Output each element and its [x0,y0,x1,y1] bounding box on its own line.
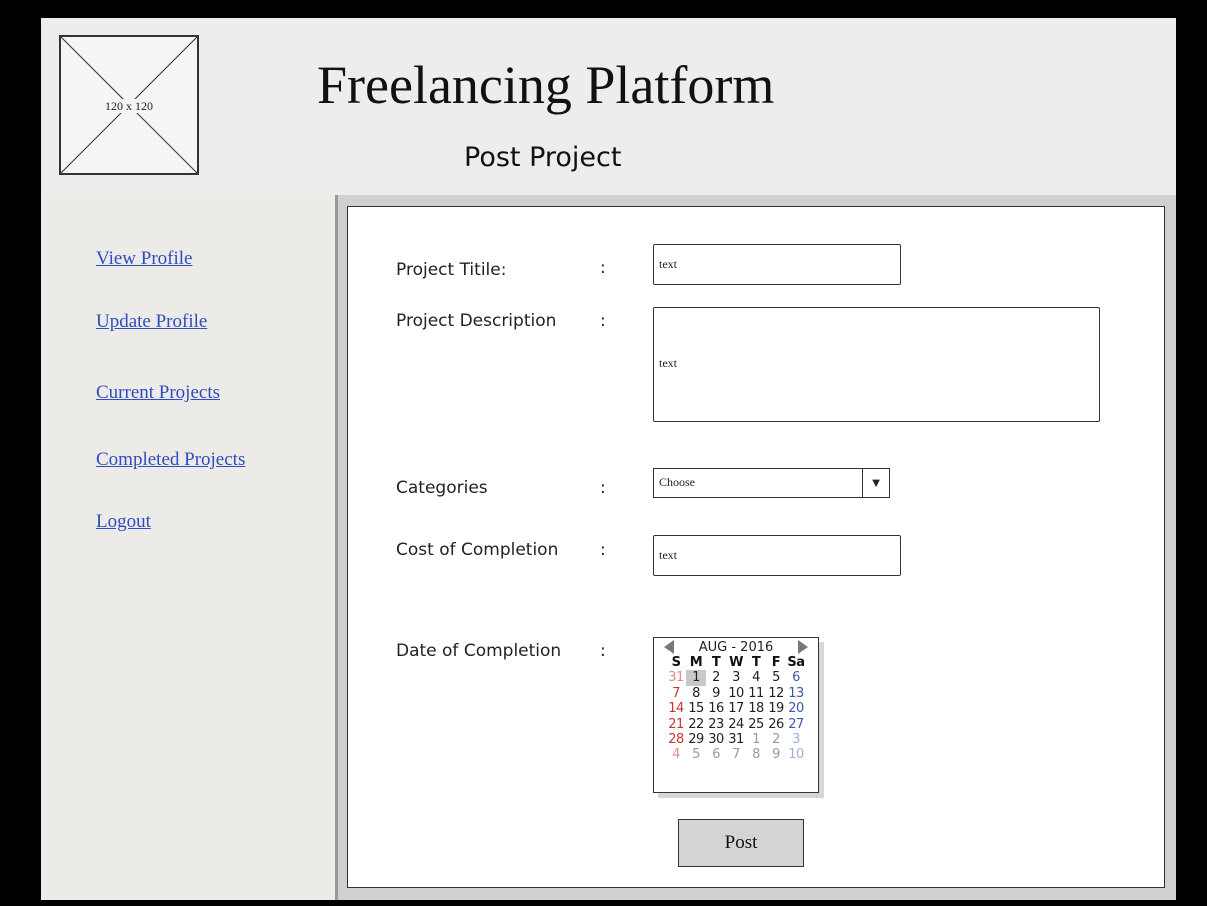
calendar-day[interactable]: 8 [746,747,766,762]
calendar-weekday: S [671,655,681,670]
dropdown-arrow-icon[interactable]: ▼ [862,469,889,497]
calendar-week-row: 21 22 23 24 25 26 27 [666,717,806,732]
calendar-month-label: AUG - 2016 [698,640,774,655]
calendar-weekday: Sa [787,655,805,670]
calendar-day[interactable]: 22 [686,717,706,732]
calendar-day[interactable]: 19 [766,701,786,716]
calendar-day[interactable]: 3 [726,670,746,685]
calendar-day[interactable]: 21 [666,717,686,732]
project-title-colon: : [600,258,606,278]
cost-input[interactable]: text [653,535,901,576]
calendar-day[interactable]: 24 [726,717,746,732]
app-title: Freelancing Platform [317,55,775,115]
date-label: Date of Completion [396,641,562,661]
categories-colon: : [600,478,606,498]
app-window: 120 x 120 Freelancing Platform Post Proj… [41,18,1176,900]
calendar-day[interactable]: 25 [746,717,766,732]
project-description-textarea[interactable]: text [653,307,1100,422]
sidebar-item-view-profile[interactable]: View Profile [96,248,192,270]
calendar-day[interactable]: 6 [706,747,726,762]
triangle-right-icon[interactable] [798,640,808,654]
calendar-day[interactable]: 23 [706,717,726,732]
page-title: Post Project [464,142,622,173]
calendar-day[interactable]: 17 [726,701,746,716]
project-title-label: Project Titile: [396,260,507,280]
project-description-label: Project Description [396,311,557,331]
categories-label: Categories [396,478,488,498]
calendar-day[interactable]: 11 [746,686,766,701]
calendar-week-row: 7 8 9 10 11 12 13 [666,686,806,701]
calendar-day[interactable]: 18 [746,701,766,716]
calendar-day[interactable]: 10 [726,686,746,701]
logo-placeholder-text: 120 x 120 [103,99,155,113]
calendar-day[interactable]: 14 [666,701,686,716]
calendar-day[interactable]: 1 [686,670,706,686]
calendar-day[interactable]: 28 [666,732,686,747]
calendar-day[interactable]: 13 [786,686,806,701]
calendar-day[interactable]: 26 [766,717,786,732]
project-title-input[interactable]: text [653,244,901,285]
calendar-day[interactable]: 10 [786,747,806,762]
header: 120 x 120 Freelancing Platform Post Proj… [41,18,1176,195]
sidebar-item-completed-projects[interactable]: Completed Projects [96,449,245,471]
calendar-day[interactable]: 15 [686,701,706,716]
calendar-weekday: T [711,655,721,670]
calendar-day[interactable]: 5 [686,747,706,762]
calendar-day[interactable]: 29 [686,732,706,747]
calendar-weekday: F [771,655,781,670]
sidebar-item-update-profile[interactable]: Update Profile [96,311,207,333]
cost-label: Cost of Completion [396,540,559,560]
calendar-day[interactable]: 4 [746,670,766,685]
calendar-day[interactable]: 27 [786,717,806,732]
calendar-grid: S M T W T F Sa 31 1 2 3 4 5 6 7 8 9 10 11 12 13 14 15 16 17 18 19 2… [666,655,806,763]
sidebar-item-logout[interactable]: Logout [96,511,151,533]
post-button[interactable]: Post [678,819,804,867]
project-description-colon: : [600,311,606,331]
calendar-day[interactable]: 12 [766,686,786,701]
cost-colon: : [600,540,606,560]
calendar-day[interactable]: 31 [666,670,686,685]
calendar-weekday: W [729,655,743,670]
logo-placeholder: 120 x 120 [59,35,199,175]
date-picker-calendar[interactable]: AUG - 2016 S M T W T F Sa 31 1 2 3 4 5 6 7 8 9 10 11 12 13 14… [653,637,819,793]
calendar-day[interactable]: 9 [706,686,726,701]
calendar-day[interactable]: 30 [706,732,726,747]
calendar-weekday-row: S M T W T F Sa [666,655,806,670]
sidebar: View Profile Update Profile Current Proj… [41,195,338,900]
calendar-day[interactable]: 7 [666,686,686,701]
calendar-day[interactable]: 5 [766,670,786,685]
calendar-day[interactable]: 3 [786,732,806,747]
calendar-day[interactable]: 7 [726,747,746,762]
calendar-weekday: T [751,655,761,670]
calendar-day[interactable]: 16 [706,701,726,716]
calendar-day[interactable]: 6 [786,670,806,685]
calendar-day[interactable]: 8 [686,686,706,701]
calendar-day[interactable]: 1 [746,732,766,747]
calendar-week-row: 4 5 6 7 8 9 10 [666,747,806,762]
calendar-day[interactable]: 2 [766,732,786,747]
calendar-week-row: 28 29 30 31 1 2 3 [666,732,806,747]
categories-selected-value: Choose [659,475,695,489]
calendar-week-row: 14 15 16 17 18 19 20 [666,701,806,716]
calendar-day[interactable]: 31 [726,732,746,747]
post-project-form: Project Titile: : text Project Descripti… [347,206,1165,888]
calendar-day[interactable]: 4 [666,747,686,762]
calendar-day[interactable]: 9 [766,747,786,762]
calendar-day[interactable]: 20 [786,701,806,716]
date-colon: : [600,641,606,661]
calendar-day[interactable]: 2 [706,670,726,685]
calendar-weekday: M [689,655,703,670]
sidebar-item-current-projects[interactable]: Current Projects [96,382,220,404]
calendar-week-row: 31 1 2 3 4 5 6 [666,670,806,686]
categories-select[interactable]: Choose ▼ [653,468,890,498]
